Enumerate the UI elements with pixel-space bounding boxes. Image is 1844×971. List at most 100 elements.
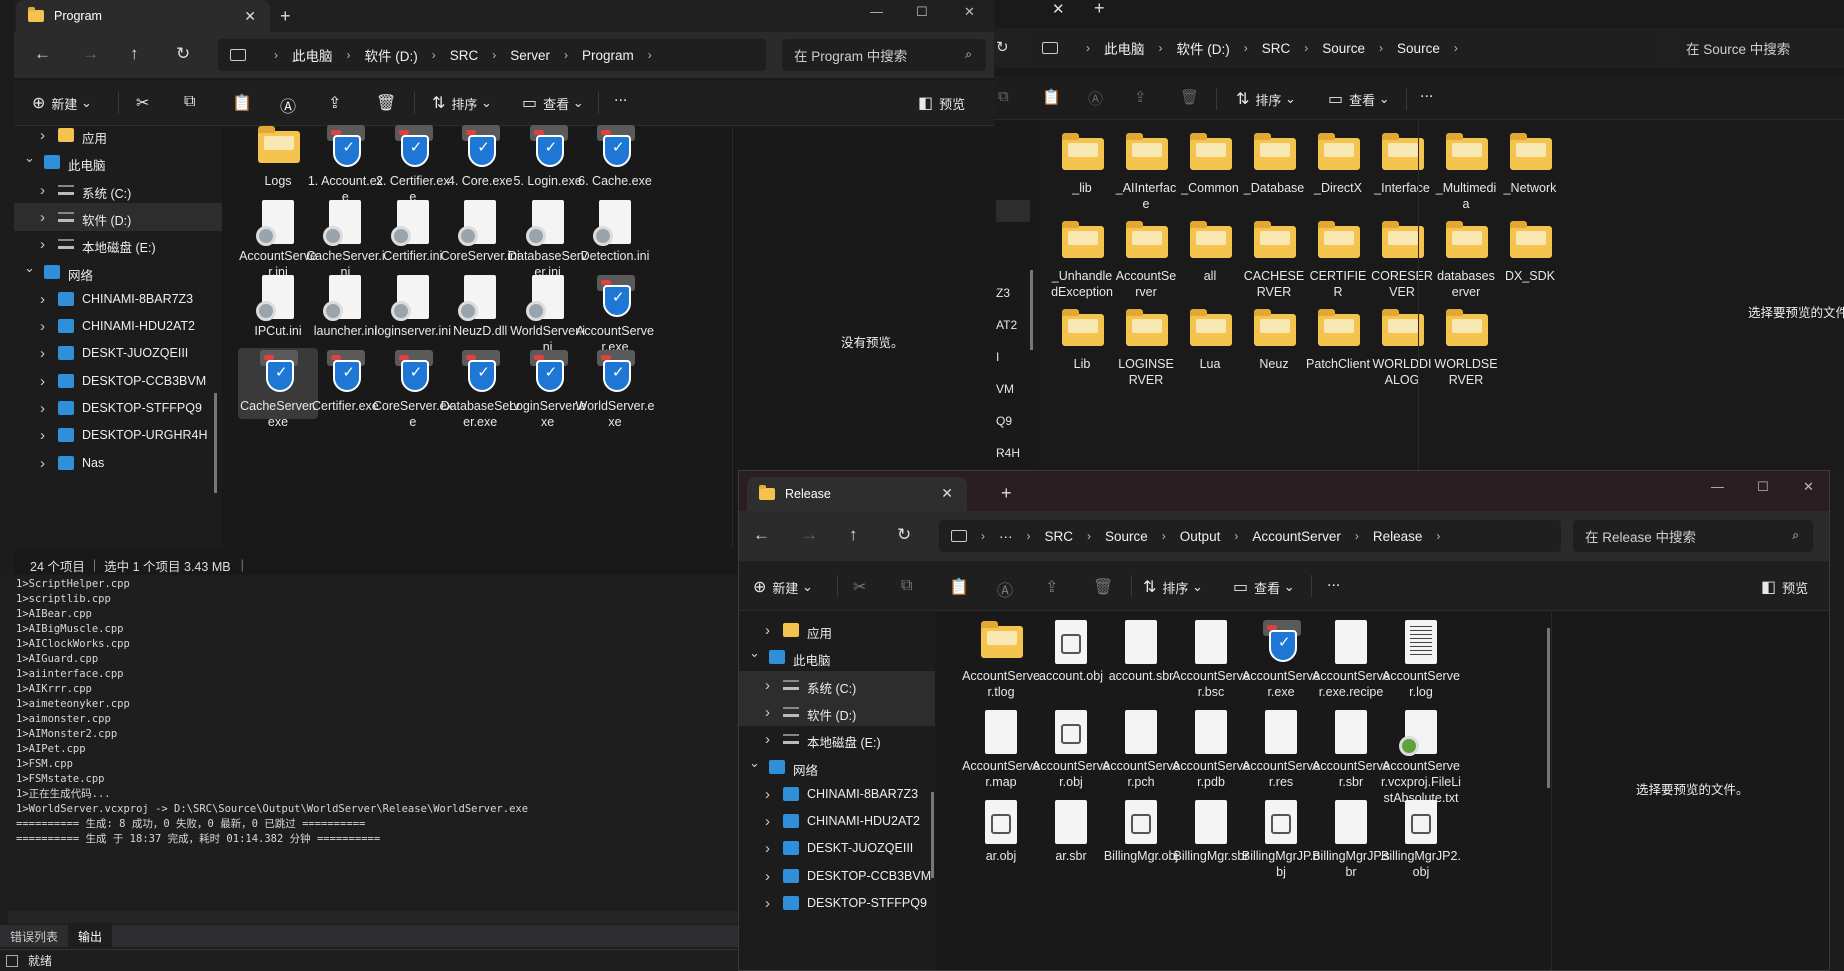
chevron-right-icon[interactable]: › [765, 704, 770, 721]
nav-item[interactable]: › 应用 [14, 121, 222, 149]
new-tab-button[interactable]: + [1001, 483, 1012, 504]
folder-item[interactable]: _Database [1242, 130, 1306, 214]
more-button[interactable]: ... [1420, 84, 1433, 102]
refresh-icon[interactable]: ↻ [176, 44, 190, 64]
nav-item[interactable]: › DESKTOP-URGHR4H [14, 421, 222, 449]
sort-button[interactable]: ⇅ 排序 ⌄ [1236, 89, 1296, 109]
view-button[interactable]: ▭ 查看 ⌄ [1328, 89, 1390, 109]
tab-program[interactable]: Program ✕ [16, 0, 270, 32]
cut-icon[interactable]: ✂ [853, 577, 866, 597]
file-item[interactable]: AccountServer.res [1241, 708, 1321, 794]
nav-item[interactable]: › CHINAMI-8BAR7Z3 [14, 285, 222, 313]
file-item[interactable]: AccountServer.map [961, 708, 1041, 794]
file-item[interactable]: BillingMgr.obj [1101, 798, 1181, 884]
nav-item[interactable]: › DESKTOP-CCB3BVM [739, 862, 935, 890]
rename-icon[interactable]: Ⓐ [280, 93, 296, 117]
close-tab-icon[interactable]: ✕ [941, 485, 953, 502]
paste-icon[interactable]: 📋 [1042, 88, 1061, 106]
breadcrumb[interactable]: › 此电脑 › 软件 (D:) › SRC › Server › Program › [218, 39, 766, 71]
crumb[interactable]: AccountServer [1252, 529, 1341, 544]
file-item[interactable]: Detection.ini [575, 198, 655, 269]
chevron-right-icon[interactable]: › [40, 427, 45, 444]
crumb[interactable]: 此电脑 [1104, 38, 1145, 58]
delete-icon[interactable]: 🗑 [1180, 88, 1199, 106]
forward-icon[interactable]: → [82, 44, 99, 64]
file-item[interactable]: ar.sbr [1031, 798, 1111, 884]
maximize-button[interactable]: ☐ [916, 4, 928, 20]
chevron-right-icon[interactable]: › [765, 786, 770, 803]
file-item[interactable]: AccountServer.exe [575, 273, 655, 354]
chevron-right-icon[interactable]: › [40, 209, 45, 226]
tab-output[interactable]: 输出 [68, 925, 113, 947]
file-item[interactable]: AccountServer.exe.recipe [1311, 618, 1391, 704]
file-item[interactable]: AccountServer.obj [1031, 708, 1111, 794]
search-input[interactable]: 在 Source 中搜索 [1674, 32, 1844, 64]
nav-item[interactable]: ⌄ 网络 [739, 753, 935, 781]
copy-icon[interactable]: ⧉ [184, 93, 195, 111]
search-input[interactable]: 在 Release 中搜索 ⌕ [1573, 520, 1813, 552]
nav-item[interactable]: › DESKTOP-STFFPQ9 [739, 889, 935, 917]
close-tab-icon[interactable]: ✕ [244, 8, 256, 25]
copy-icon[interactable]: ⧉ [901, 577, 912, 595]
share-icon[interactable]: ⇪ [1134, 88, 1147, 106]
chevron-down-icon[interactable]: ⌄ [749, 645, 760, 661]
file-item[interactable]: AccountServer.sbr [1311, 708, 1391, 794]
folder-item[interactable]: CERTIFIER [1306, 218, 1370, 302]
paste-icon[interactable]: 📋 [232, 93, 252, 113]
file-item[interactable]: BillingMgrJP.sbr [1311, 798, 1391, 884]
search-input[interactable]: 在 Program 中搜索 ⌕ [782, 39, 986, 71]
minimize-button[interactable]: — [1711, 479, 1724, 494]
nav-item[interactable]: › CHINAMI-HDU2AT2 [739, 807, 935, 835]
preview-button[interactable]: ◧ 预览 [918, 93, 965, 113]
crumb[interactable]: Server [510, 48, 550, 63]
more-button[interactable]: ... [614, 88, 627, 106]
file-item[interactable]: ar.obj [961, 798, 1041, 884]
folder-item[interactable]: LOGINSERVER [1114, 306, 1178, 390]
file-item[interactable]: BillingMgrJP.obj [1241, 798, 1321, 884]
content-scrollbar[interactable] [1547, 628, 1550, 788]
nav-item[interactable]: › Nas [14, 449, 222, 477]
crumb[interactable]: SRC [450, 48, 479, 63]
folder-item[interactable]: AccountServer [1114, 218, 1178, 302]
file-item[interactable]: AccountServer.pch [1101, 708, 1181, 794]
breadcrumb[interactable]: › ··· › SRC › Source › Output › AccountServer… [939, 520, 1561, 552]
crumb[interactable]: 软件 (D:) [1177, 38, 1230, 58]
back-icon[interactable]: ← [753, 525, 770, 545]
folder-item[interactable]: _UnhandledException [1050, 218, 1114, 302]
close-window-button[interactable]: ✕ [964, 4, 975, 20]
folder-item[interactable]: databaseserver [1434, 218, 1498, 302]
folder-item[interactable]: _Network [1498, 130, 1562, 214]
file-item[interactable]: AccountServer.tlog [961, 618, 1041, 704]
breadcrumb[interactable]: › 此电脑 › 软件 (D:) › SRC › Source › Source › [1030, 32, 1662, 64]
file-item[interactable]: AccountServer.vcxproj.FileListAbsolute.t… [1381, 708, 1461, 805]
nav-item[interactable]: › 系统 (C:) [739, 670, 935, 699]
file-item[interactable]: account.sbr [1101, 618, 1181, 704]
up-icon[interactable]: ↑ [130, 44, 139, 64]
chevron-right-icon[interactable]: › [765, 840, 770, 857]
folder-item[interactable]: Lib [1050, 306, 1114, 390]
back-icon[interactable]: ← [34, 44, 51, 64]
chevron-right-icon[interactable]: › [765, 813, 770, 830]
file-item[interactable]: AccountServer.exe [1241, 618, 1321, 704]
sort-button[interactable]: ⇅ 排序 ⌄ [432, 93, 492, 113]
chevron-right-icon[interactable]: › [765, 868, 770, 885]
folder-item[interactable]: _Interface [1370, 130, 1434, 214]
preview-button[interactable]: ◧ 预览 [1761, 577, 1808, 597]
file-item[interactable]: AccountServer.pdb [1171, 708, 1251, 794]
close-icon[interactable]: ✕ [1052, 0, 1065, 18]
crumb[interactable]: Source [1397, 41, 1440, 56]
folder-item[interactable]: CORESERVER [1370, 218, 1434, 302]
nav-item[interactable]: ⌄ 此电脑 [14, 148, 222, 176]
folder-item[interactable]: Lua [1178, 306, 1242, 390]
up-icon[interactable]: ↑ [849, 525, 858, 545]
view-button[interactable]: ▭ 查看 ⌄ [1233, 577, 1295, 597]
tab-error-list[interactable]: 错误列表 [0, 925, 68, 947]
chevron-right-icon[interactable]: › [40, 127, 45, 144]
share-icon[interactable]: ⇪ [328, 93, 341, 113]
new-button[interactable]: ⊕ 新建 ⌄ [753, 577, 813, 597]
file-item[interactable]: BillingMgr.sbr [1171, 798, 1251, 884]
folder-item[interactable]: _AIInterface [1114, 130, 1178, 214]
folder-item[interactable]: Neuz [1242, 306, 1306, 390]
view-button[interactable]: ▭ 查看 ⌄ [522, 93, 584, 113]
more-button[interactable]: ... [1327, 573, 1340, 591]
